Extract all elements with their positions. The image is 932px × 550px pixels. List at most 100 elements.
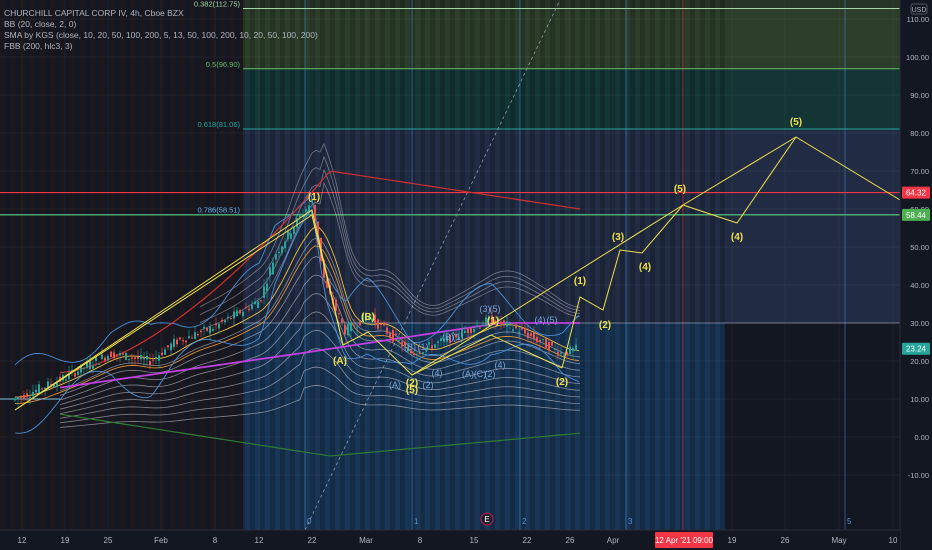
candle-body xyxy=(281,246,283,254)
candle-body xyxy=(35,389,37,393)
candle-body xyxy=(389,332,391,337)
candle-body xyxy=(188,336,190,339)
currency-label: USD xyxy=(912,7,927,14)
candle-body xyxy=(107,355,109,361)
candle-body xyxy=(557,351,559,356)
candle-body xyxy=(161,352,163,356)
wave-label: (5) xyxy=(674,184,686,195)
candle-body xyxy=(569,346,571,355)
chart-canvas[interactable]: 0 1 2 3 5E 0.382(112.75)0.5(96.90)0.618(81.0… xyxy=(0,0,932,550)
candle-body xyxy=(215,323,217,326)
candle-body xyxy=(377,319,379,329)
wave-label: (1) xyxy=(574,276,586,287)
time-tick: 12 xyxy=(18,536,27,545)
candle-body xyxy=(572,348,574,352)
candle-body xyxy=(179,337,181,340)
candle-body xyxy=(221,320,223,322)
candle-body xyxy=(89,361,91,370)
wave-label-minor: (4) xyxy=(495,360,506,370)
price-marker-label: 64.32 xyxy=(906,189,927,198)
candle-body xyxy=(395,333,397,335)
time-tick: Feb xyxy=(154,536,168,545)
candle-body xyxy=(131,357,133,359)
time-tick: May xyxy=(831,536,846,545)
wave-label: (4) xyxy=(731,232,743,243)
candle-body xyxy=(155,356,157,359)
price-tick: 70.00 xyxy=(910,167,929,176)
candle-body xyxy=(236,310,238,317)
candle-body xyxy=(29,396,31,398)
candle-body xyxy=(413,353,415,355)
candle-body xyxy=(554,348,556,350)
legend-symbol[interactable]: CHURCHILL CAPITAL CORP IV, 4h, Cboe BZX xyxy=(4,8,318,19)
candle-body xyxy=(506,321,508,327)
price-tick: 50.00 xyxy=(910,243,929,252)
candle-body xyxy=(467,329,469,334)
candle-body xyxy=(284,241,286,249)
candle-body xyxy=(122,353,124,355)
candle-body xyxy=(245,307,247,309)
candle-body xyxy=(416,354,418,356)
wave-label-minor: (2) xyxy=(423,380,434,390)
candle-body xyxy=(38,384,40,394)
candle-body xyxy=(398,340,400,342)
candle-body xyxy=(200,331,202,333)
candle-body xyxy=(152,359,154,361)
candle-body xyxy=(104,357,106,361)
candle-body xyxy=(212,328,214,331)
crosshair-time-label: 12 Apr '21 09:00 xyxy=(655,536,714,545)
candle-body xyxy=(116,354,118,356)
candle-body xyxy=(434,344,436,348)
fib-label: 0.786(58.51) xyxy=(197,206,240,215)
wave-label-minor: (4) xyxy=(432,368,443,378)
candle-body xyxy=(143,357,145,360)
tradingview-chart[interactable]: CHURCHILL CAPITAL CORP IV, 4h, Cboe BZX … xyxy=(0,0,932,550)
time-tick: 10 xyxy=(889,536,898,545)
candle-body xyxy=(92,365,94,369)
candle-body xyxy=(518,332,520,334)
price-tick: 80.00 xyxy=(910,129,929,138)
candle-body xyxy=(347,324,349,336)
wave-label-minor: (A) xyxy=(462,369,474,379)
candle-body xyxy=(65,379,67,381)
candle-body xyxy=(539,339,541,343)
candle-body xyxy=(356,327,358,329)
legend-bb[interactable]: BB (20, close, 2, 0) xyxy=(4,19,318,30)
candle-body xyxy=(113,352,115,359)
time-tick: 8 xyxy=(418,536,423,545)
candle-body xyxy=(26,393,28,398)
time-axis xyxy=(0,530,900,550)
wave-label-minor: (1) xyxy=(418,342,429,352)
legend-sma[interactable]: SMA by KGS (close, 10, 20, 50, 100, 200,… xyxy=(4,30,318,41)
candle-body xyxy=(512,329,514,332)
candle-body xyxy=(533,332,535,340)
candle-body xyxy=(380,323,382,325)
candle-body xyxy=(287,230,289,240)
wave-label: (3) xyxy=(612,232,624,243)
candle-body xyxy=(140,354,142,360)
candle-body xyxy=(251,304,253,310)
candle-body xyxy=(536,337,538,343)
candle-body xyxy=(23,394,25,400)
candle-body xyxy=(137,356,139,359)
price-tick: 40.00 xyxy=(910,281,929,290)
candle-body xyxy=(167,345,169,348)
candle-body xyxy=(545,338,547,348)
candle-body xyxy=(437,341,439,343)
candle-body xyxy=(41,388,43,390)
time-tick: 8 xyxy=(213,536,218,545)
candle-body xyxy=(203,326,205,329)
candle-body xyxy=(575,344,577,351)
candle-body xyxy=(32,391,34,397)
candle-body xyxy=(20,396,22,398)
price-tick: 100.00 xyxy=(906,53,929,62)
price-tick: -10.00 xyxy=(908,471,929,480)
legend-fbb[interactable]: FBB (200, hlc3, 3) xyxy=(4,41,318,52)
time-tick: Apr xyxy=(607,536,620,545)
price-marker-label: 23.24 xyxy=(906,345,927,354)
time-tick: 26 xyxy=(566,536,575,545)
candle-body xyxy=(74,373,76,377)
candle-body xyxy=(470,328,472,334)
wave-label: (4) xyxy=(639,262,651,273)
candle-body xyxy=(509,322,511,324)
